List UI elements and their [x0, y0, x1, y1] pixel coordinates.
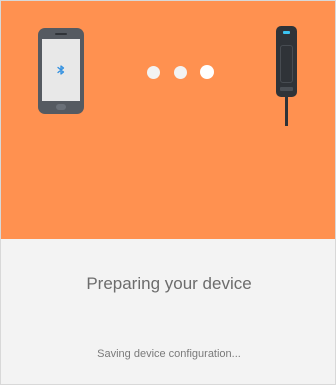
- hub-device-icon: [276, 26, 297, 97]
- pairing-illustration: [1, 1, 335, 239]
- setup-screen: Preparing your device Saving device conf…: [0, 0, 336, 385]
- device-grill: [280, 87, 293, 91]
- page-title: Preparing your device: [86, 274, 252, 293]
- progress-dot-1: [147, 66, 160, 79]
- phone-screen: [42, 39, 80, 101]
- progress-dot-2: [174, 66, 187, 79]
- phone-earpiece: [55, 33, 67, 35]
- phone-home-button: [56, 104, 66, 110]
- smartphone-icon: [38, 28, 84, 114]
- progress-dot-3-active: [200, 65, 214, 79]
- status-panel: [1, 239, 335, 384]
- device-panel: [280, 45, 293, 83]
- device-led: [283, 31, 290, 34]
- bluetooth-icon: [57, 65, 65, 75]
- status-text: Saving device configuration...: [97, 348, 241, 360]
- device-cable: [285, 97, 288, 126]
